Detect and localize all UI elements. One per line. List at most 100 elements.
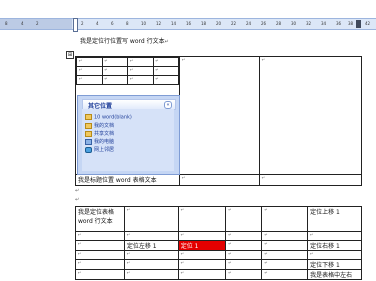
doc-text-line1: 我是定位行位置写 word 行文本 <box>80 38 165 45</box>
ruler-tick: 12 <box>156 21 162 26</box>
folder-icon <box>85 130 92 137</box>
table1-cell-right[interactable]: ↵ <box>258 56 363 175</box>
ruler-tick: 18 <box>201 21 207 26</box>
ruler-tick: 2 <box>36 21 39 26</box>
table2-cell[interactable]: ↵ <box>75 240 125 251</box>
nested-cell[interactable]: ↵ <box>101 66 128 76</box>
nested-table[interactable]: ↵ ↵ ↵ ↵ ↵ ↵ ↵ ↵ ↵ ↵ ↵ ↵ <box>76 57 179 85</box>
table1-caption-text: 我是标题位置 word 表格文本 <box>78 177 157 184</box>
nested-cell[interactable]: ↵ <box>127 57 154 67</box>
table-move-handle-icon[interactable]: ⊞ <box>66 51 74 59</box>
table2-cell[interactable]: ↵ <box>225 259 263 270</box>
ruler-tick: 4 <box>96 21 99 26</box>
table1-caption-cell[interactable]: 我是标题位置 word 表格文本 <box>75 174 180 186</box>
ruler-tick: 30 <box>291 21 297 26</box>
table2-cell[interactable]: ↵ <box>75 269 125 280</box>
computer-icon <box>85 138 92 145</box>
panel-link[interactable]: 网上邻居 <box>85 146 114 153</box>
nested-cell[interactable]: ↵ <box>76 57 103 67</box>
table2-cell[interactable]: ↵ <box>75 259 125 270</box>
table2-cell[interactable]: ↵ <box>75 231 125 241</box>
ruler-tick: 36 <box>336 21 342 26</box>
nested-cell[interactable]: ↵ <box>127 75 154 85</box>
table2-cell[interactable]: ↵ <box>177 259 227 270</box>
table2-cell[interactable]: ↵ <box>123 269 179 280</box>
horizontal-ruler[interactable]: 8 4 2 2 4 6 8 10 12 14 16 18 20 22 24 26… <box>0 18 376 32</box>
table2-cell[interactable]: ↵ <box>177 206 227 232</box>
table2-cell[interactable]: ↵ <box>177 269 227 280</box>
table2-cell[interactable]: 定位下移 1 <box>307 259 362 270</box>
ruler-tick: 8 <box>126 21 129 26</box>
nested-cell[interactable]: ↵ <box>101 57 128 67</box>
table2-cell[interactable]: 我是表格中左右 <box>307 269 362 280</box>
panel-link[interactable]: 共享文档 <box>85 130 114 137</box>
table2-cell[interactable]: ↵ <box>261 231 309 241</box>
ruler-tick: 24 <box>246 21 252 26</box>
paragraph-mark: ↵ <box>75 197 80 203</box>
table2-cell[interactable]: ↵ <box>261 269 309 280</box>
other-places-panel: 其它位置 « 10 word(blank) 我的文档 共享文档 我的电脑 网上邻… <box>77 95 180 175</box>
ruler-tick: 6 <box>111 21 114 26</box>
table2-cell[interactable]: ↵ <box>177 231 227 241</box>
doc-paragraph[interactable]: 我是定位行位置写 word 行文本↵ <box>80 38 169 46</box>
network-icon <box>85 146 92 153</box>
table2-cell[interactable]: ↵ <box>123 206 179 232</box>
table2-cell[interactable]: ↵ <box>225 231 263 241</box>
ruler-tick: 42 <box>365 21 371 26</box>
paragraph-mark: ↵ <box>164 39 169 45</box>
table1-cell-mid[interactable]: ↵ <box>179 56 260 175</box>
panel-link[interactable]: 10 word(blank) <box>85 114 132 121</box>
nested-cell[interactable]: ↵ <box>76 75 103 85</box>
chevron-up-icon[interactable]: « <box>164 101 172 109</box>
nested-cell[interactable]: ↵ <box>152 66 179 76</box>
table2-cell[interactable]: ↵ <box>225 206 263 232</box>
ruler-tick: 8 <box>5 21 8 26</box>
ruler-tick: 20 <box>216 21 222 26</box>
ruler-tick: 22 <box>231 21 237 26</box>
ruler-tick: 28 <box>276 21 282 26</box>
table2-cell[interactable]: ↵ <box>261 259 309 270</box>
table2-cell[interactable]: ↵ <box>307 231 362 241</box>
table2-cell[interactable]: 定位左移 1 <box>123 240 179 251</box>
panel-body: 10 word(blank) 我的文档 共享文档 我的电脑 网上邻居 <box>82 109 174 171</box>
table2-cell[interactable]: ↵ <box>225 240 263 251</box>
ruler-tick: 14 <box>171 21 177 26</box>
table1-cell[interactable]: ↵ <box>179 174 260 186</box>
nested-cell[interactable]: ↵ <box>76 66 103 76</box>
panel-link[interactable]: 我的电脑 <box>85 138 114 145</box>
folder-icon <box>85 114 92 120</box>
table2-cell[interactable]: ↵ <box>123 231 179 241</box>
ruler-tick: 2 <box>81 21 84 26</box>
table2-cell[interactable]: 定位上移 1 <box>307 206 362 232</box>
nested-cell[interactable]: ↵ <box>127 66 154 76</box>
panel-link[interactable]: 我的文档 <box>85 122 114 129</box>
ruler-right-indent-marker[interactable] <box>356 20 361 28</box>
ruler-tick: 26 <box>261 21 267 26</box>
table2-cell[interactable]: ↵ <box>261 240 309 251</box>
table2-cell[interactable]: ↵ <box>177 250 227 260</box>
nested-cell[interactable]: ↵ <box>152 57 179 67</box>
nested-cell[interactable]: ↵ <box>101 75 128 85</box>
table2-cell[interactable]: ↵ <box>123 259 179 270</box>
ruler-tick: 38 <box>348 21 354 26</box>
ruler-tick: 32 <box>306 21 312 26</box>
table2-cell[interactable]: ↵ <box>261 206 309 232</box>
ruler-tick: 16 <box>186 21 192 26</box>
table1-cell[interactable]: ↵ <box>258 174 363 186</box>
table2-cell[interactable]: ↵ <box>123 250 179 260</box>
nested-cell[interactable]: ↵ <box>152 75 179 85</box>
table2-cell-highlight[interactable]: 定位 1 <box>177 240 227 251</box>
table2-cell[interactable]: ↵ <box>225 269 263 280</box>
table-2[interactable]: 我是定位表格 word 行文本 ↵ ↵ ↵ ↵ 定位上移 1 ↵ ↵ ↵ ↵ ↵… <box>75 206 362 280</box>
table2-cell[interactable]: ↵ <box>307 250 362 260</box>
folder-icon <box>85 122 92 129</box>
paragraph-mark: ↵ <box>75 188 80 194</box>
ruler-tick: 10 <box>141 21 147 26</box>
table2-cell[interactable]: ↵ <box>261 250 309 260</box>
table2-cell[interactable]: ↵ <box>75 250 125 260</box>
table2-cell[interactable]: ↵ <box>225 250 263 260</box>
table2-cell[interactable]: 我是定位表格 word 行文本 <box>75 206 125 232</box>
ruler-indent-marker[interactable] <box>73 18 78 32</box>
ruler-tick: 34 <box>321 21 327 26</box>
table2-cell[interactable]: 定位右移 1 <box>307 240 362 251</box>
